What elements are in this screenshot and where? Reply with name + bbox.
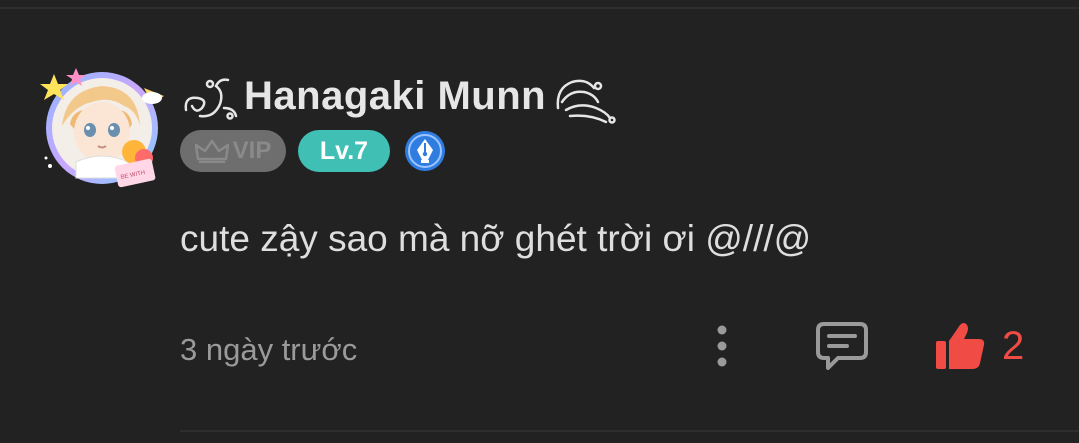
swirl-decoration-icon	[184, 78, 238, 120]
vip-label: VIP	[232, 137, 272, 164]
crown-icon	[194, 139, 229, 163]
badge-row: VIP Lv.7	[180, 129, 446, 173]
more-button[interactable]	[706, 322, 738, 370]
more-vertical-icon	[717, 325, 727, 367]
top-divider	[0, 7, 1079, 9]
chat-bubble-icon	[816, 322, 868, 370]
level-badge[interactable]: Lv.7	[298, 130, 390, 172]
username-row[interactable]: Hanagaki Munn	[180, 68, 616, 124]
comment-text: cute zậy sao mà nỡ ghét trời ơi @///@	[180, 218, 812, 259]
vip-badge[interactable]: VIP	[180, 130, 286, 172]
username[interactable]: Hanagaki Munn	[244, 74, 546, 119]
like-button[interactable]: 2	[934, 318, 1024, 374]
thumbs-up-icon	[936, 323, 985, 369]
reply-button[interactable]	[814, 318, 870, 374]
wing-decoration-icon	[556, 79, 616, 124]
comment-card: BE WITH Hanagaki Munn VIP Lv.7 cute zậy …	[0, 0, 1079, 443]
bottom-divider	[180, 430, 1079, 432]
pen-nib-icon[interactable]	[404, 130, 446, 172]
avatar[interactable]: BE WITH	[40, 66, 164, 190]
like-count: 2	[1002, 323, 1025, 368]
timestamp: 3 ngày trước	[180, 332, 358, 367]
